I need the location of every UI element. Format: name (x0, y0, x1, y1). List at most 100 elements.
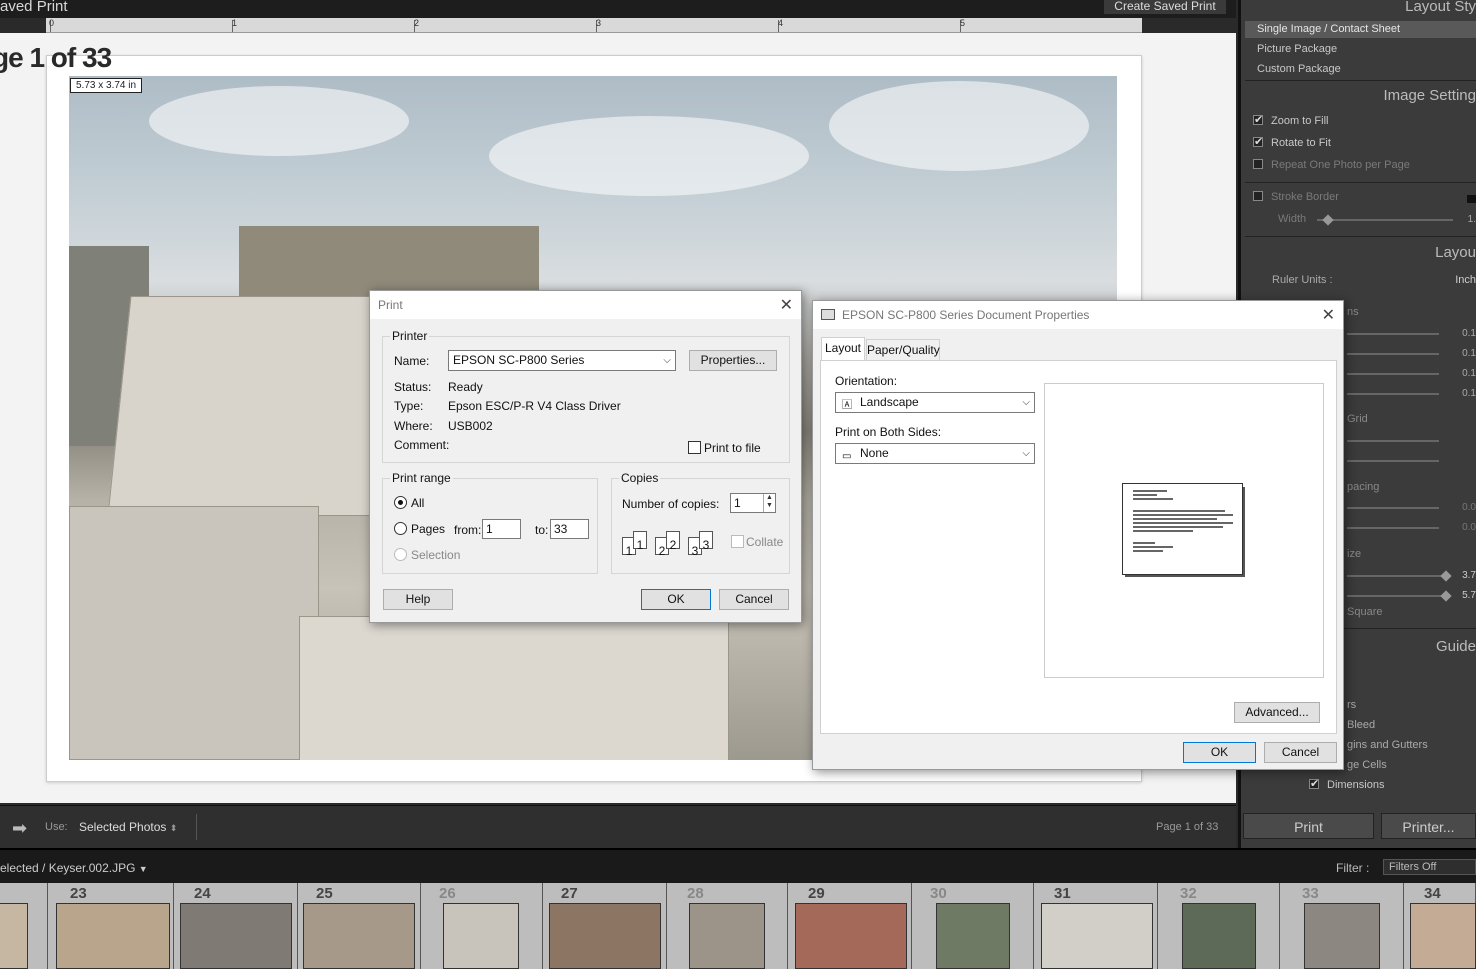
filmstrip-cell[interactable]: 31 (1034, 883, 1158, 969)
margin-slider[interactable] (1347, 333, 1439, 335)
where-label: Where: (394, 419, 433, 433)
printer-group-caption: Printer (390, 329, 430, 343)
guide-rulers-label[interactable]: rs (1347, 699, 1356, 711)
ok-button[interactable]: OK (1183, 742, 1256, 763)
cell-height-value: 3.7 (1462, 570, 1476, 581)
guide-margins-label[interactable]: gins and Gutters (1347, 739, 1428, 751)
ruler-label: 4 (778, 18, 784, 28)
grid-slider[interactable] (1347, 460, 1439, 462)
range-selection-radio[interactable] (394, 548, 407, 561)
spacing-slider[interactable] (1347, 507, 1439, 509)
tab-layout[interactable]: Layout (821, 337, 865, 361)
page-number-overlay: ge 1 of 33 (0, 42, 112, 73)
stroke-border-checkbox[interactable] (1253, 191, 1263, 201)
use-selector[interactable]: Selected Photos ⬍ (79, 820, 177, 834)
spacing-value: 0.0 (1462, 522, 1476, 533)
copies-caption: Copies (619, 471, 661, 485)
filmstrip-cell[interactable]: 24 (174, 883, 298, 969)
filter-dropdown[interactable]: Filters Off (1383, 859, 1476, 875)
spacing-value: 0.0 (1462, 502, 1476, 513)
advanced-button[interactable]: Advanced... (1234, 702, 1320, 723)
cell-width-knob[interactable] (1440, 590, 1452, 602)
properties-button[interactable]: Properties... (689, 350, 777, 371)
filmstrip-cell[interactable]: 29 (788, 883, 912, 969)
print-button[interactable]: Print (1243, 813, 1374, 839)
cell-number: 34 (1424, 885, 1441, 902)
image-settings-header[interactable]: Image Setting (1383, 87, 1476, 104)
rotate-to-fit-row[interactable]: Rotate to Fit (1253, 135, 1331, 149)
cell-width-slider[interactable] (1347, 595, 1447, 597)
thumbnail (795, 903, 907, 969)
print-to-file-checkbox[interactable] (688, 441, 701, 454)
filmstrip-source[interactable]: elected / Keyser.002.JPG ▼ (0, 861, 148, 875)
both-sides-select[interactable]: ▭ None ⌵ (835, 443, 1035, 464)
marble-block (69, 506, 319, 760)
filmstrip-cell[interactable]: 25 (298, 883, 421, 969)
dimensions-checkbox[interactable] (1309, 777, 1319, 790)
filmstrip-cell[interactable]: 28 (667, 883, 788, 969)
tab-paper-quality[interactable]: Paper/Quality (866, 339, 940, 361)
stroke-color-swatch[interactable] (1467, 195, 1476, 203)
bottom-toolbar: ➡ Use: Selected Photos ⬍ Page 1 of 33 (0, 805, 1236, 848)
zoom-to-fill-checkbox[interactable] (1253, 113, 1263, 126)
ok-button[interactable]: OK (641, 589, 711, 610)
close-icon[interactable]: ✕ (1322, 305, 1335, 325)
close-icon[interactable]: ✕ (780, 295, 793, 315)
range-all-radio[interactable] (394, 496, 407, 509)
preview-line (1133, 522, 1233, 524)
collate-checkbox[interactable] (731, 535, 744, 548)
repeat-one-row[interactable]: Repeat One Photo per Page (1253, 159, 1410, 171)
cell-height-knob[interactable] (1440, 570, 1452, 582)
guide-dimensions-label: Dimensions (1327, 779, 1385, 791)
layout-style-picture-package[interactable]: Picture Package (1257, 43, 1337, 55)
printer-name-select[interactable]: EPSON SC-P800 Series ⌵ (448, 350, 676, 371)
filmstrip-cell[interactable]: 26 (421, 883, 543, 969)
filmstrip-cell[interactable]: 27 (543, 883, 667, 969)
layout-style-single-image[interactable]: Single Image / Contact Sheet (1257, 23, 1400, 35)
range-pages-label: Pages (411, 522, 446, 536)
repeat-one-checkbox[interactable] (1253, 159, 1263, 169)
guide-dimensions-row[interactable]: Dimensions (1309, 777, 1385, 791)
arrow-right-icon[interactable]: ➡ (12, 818, 27, 839)
create-saved-print-button[interactable]: Create Saved Print (1104, 0, 1226, 14)
cancel-button[interactable]: Cancel (1264, 742, 1337, 763)
guide-cells-label[interactable]: ge Cells (1347, 759, 1387, 771)
layout-style-custom-package[interactable]: Custom Package (1257, 63, 1341, 75)
rotate-to-fit-checkbox[interactable] (1253, 135, 1263, 148)
printer-button[interactable]: Printer... (1381, 813, 1476, 839)
range-all-label: All (411, 496, 425, 510)
to-input[interactable]: 33 (550, 519, 589, 539)
guide-bleed-label[interactable]: Bleed (1347, 719, 1375, 731)
stroke-border-row[interactable]: Stroke Border (1253, 191, 1339, 203)
range-pages-radio[interactable] (394, 522, 407, 535)
filmstrip-cell[interactable]: 23 (48, 883, 174, 969)
ruler-units-value[interactable]: Inch (1455, 274, 1476, 286)
filmstrip-cell[interactable]: 33 (1280, 883, 1404, 969)
ruler-units-label: Ruler Units : (1272, 274, 1333, 286)
margin-slider[interactable] (1347, 353, 1439, 355)
filmstrip-cell[interactable]: 34 (1404, 883, 1476, 969)
updown-icon: ⬍ (169, 823, 178, 833)
filmstrip-cell[interactable] (0, 883, 48, 969)
grid-slider[interactable] (1347, 440, 1439, 442)
cancel-button[interactable]: Cancel (719, 589, 789, 610)
cell-height-slider[interactable] (1347, 575, 1447, 577)
margin-slider[interactable] (1347, 393, 1439, 395)
width-slider[interactable] (1317, 219, 1453, 221)
layout-style-header[interactable]: Layout Sty (1405, 0, 1476, 15)
help-button[interactable]: Help (383, 589, 453, 610)
range-selection-label: Selection (411, 548, 461, 562)
margin-slider[interactable] (1347, 373, 1439, 375)
from-input[interactable]: 1 (482, 519, 521, 539)
filmstrip-cell[interactable]: 30 (912, 883, 1034, 969)
width-slider-knob[interactable] (1322, 214, 1334, 226)
guides-header[interactable]: Guide (1436, 638, 1476, 655)
orientation-select[interactable]: 🄰 Landscape ⌵ (835, 392, 1035, 413)
thumbnail (1182, 903, 1256, 969)
filmstrip-cell[interactable]: 32 (1158, 883, 1280, 969)
copies-spinner[interactable]: ▲ ▼ (763, 494, 775, 512)
zoom-to-fill-row[interactable]: Zoom to Fill (1253, 113, 1328, 127)
layout-header[interactable]: Layou (1435, 244, 1476, 261)
preview-line (1133, 498, 1173, 500)
spacing-slider[interactable] (1347, 527, 1439, 529)
